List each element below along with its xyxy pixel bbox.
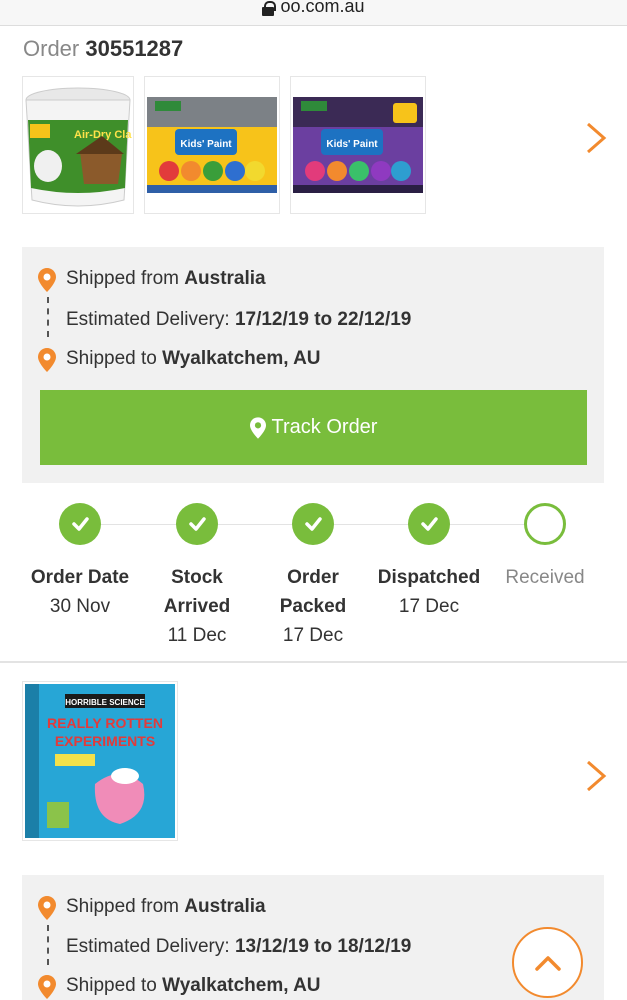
map-pin-icon (38, 975, 56, 999)
map-pin-icon (249, 416, 266, 439)
estimated-delivery-value: 17/12/19 to 22/12/19 (234, 309, 412, 330)
step-date: 30 Nov (49, 596, 111, 617)
order-label: Order (23, 36, 80, 61)
shipped-to: Shipped to Wyalkatchem, AU (66, 348, 321, 370)
step-date: 17 Dec (398, 596, 460, 617)
section-divider (0, 661, 627, 663)
estimated-delivery: Estimated Delivery: 17/12/19 to 22/12/19 (66, 309, 411, 331)
shipped-from: Shipped from Australia (66, 896, 266, 918)
step-label: Dispatched (371, 563, 487, 592)
track-order-button[interactable]: Track Order (40, 390, 587, 465)
shipped-from-label: Shipped from (66, 268, 185, 289)
horrible-science-art: HORRIBLE SCIENCE (65, 698, 145, 707)
step-label-line: Dispatched (377, 567, 481, 588)
clay-tub-image: Air-Dry Cla (25, 87, 132, 207)
progress-step-stock-arrived: Stock Arrived 11 Dec (139, 503, 255, 650)
shipped-to-value: Wyalkatchem, AU (162, 975, 321, 996)
url-display[interactable]: oo.com.au (262, 0, 365, 17)
step-label-line: Order Date (30, 567, 130, 588)
step-label-line: Order (287, 567, 339, 588)
estimated-delivery-label: Estimated Delivery: (66, 309, 235, 330)
progress-step-order-date: Order Date 30 Nov (22, 503, 138, 621)
step-label-line: Arrived (163, 596, 231, 617)
check-icon (421, 517, 438, 531)
step-label-line: Packed (279, 596, 347, 617)
chevron-right-icon[interactable] (582, 120, 610, 156)
product-thumb-glitter-paint[interactable]: Kids' Paint (290, 76, 426, 214)
glitter-box-art: Kids' Paint (326, 139, 378, 150)
really-rotten-art: REALLY ROTTEN (47, 715, 163, 731)
estimated-delivery-label: Estimated Delivery: (66, 936, 235, 957)
step-label-line: Received (505, 567, 585, 588)
shipped-to: Shipped to Wyalkatchem, AU (66, 975, 321, 997)
step-pending-indicator (524, 503, 566, 545)
product-thumbnails-1: Air-Dry Cla Kids' Paint Kids' Paint (22, 76, 426, 214)
progress-step-received: Received (487, 503, 603, 592)
step-label: Stock Arrived (139, 563, 255, 621)
map-pin-icon (38, 348, 56, 372)
route-divider (47, 925, 49, 965)
product-thumbnails-2: HORRIBLE SCIENCE REALLY ROTTEN EXPERIMEN… (22, 681, 178, 841)
estimated-delivery-value: 13/12/19 to 18/12/19 (234, 936, 412, 957)
step-complete-indicator (59, 503, 101, 545)
step-label-line: Stock (171, 567, 223, 588)
browser-url-bar[interactable]: oo.com.au (0, 0, 627, 26)
shipped-to-label: Shipped to (66, 975, 163, 996)
product-thumb-paint[interactable]: Kids' Paint (144, 76, 280, 214)
shipped-from-value: Australia (184, 268, 266, 289)
scroll-to-top-button[interactable] (512, 927, 583, 998)
step-label: Order Packed (255, 563, 371, 621)
progress-step-dispatched: Dispatched 17 Dec (371, 503, 487, 621)
url-text: oo.com.au (280, 0, 365, 16)
check-icon (305, 517, 322, 531)
glitter-paint-box-image: Kids' Paint (293, 97, 423, 193)
order-title: Order 30551287 (23, 36, 183, 62)
step-date: 17 Dec (282, 625, 344, 646)
check-icon (72, 517, 89, 531)
lock-icon (262, 1, 277, 16)
paint-box-art: Kids' Paint (180, 139, 232, 150)
chevron-right-icon[interactable] (582, 758, 610, 794)
shipped-from-label: Shipped from (66, 896, 185, 917)
order-number: 30551287 (85, 36, 184, 61)
track-order-label: Track Order (271, 416, 378, 438)
map-pin-icon (38, 896, 56, 920)
shipment-panel-1: Shipped from Australia Estimated Deliver… (22, 247, 604, 483)
product-thumb-horrible-science[interactable]: HORRIBLE SCIENCE REALLY ROTTEN EXPERIMEN… (22, 681, 178, 841)
shipped-from-value: Australia (184, 896, 266, 917)
check-icon (189, 517, 206, 531)
horrible-science-box-image: HORRIBLE SCIENCE REALLY ROTTEN EXPERIMEN… (25, 684, 175, 838)
step-label: Order Date (22, 563, 138, 592)
step-label: Received (487, 563, 603, 592)
experiments-art: EXPERIMENTS (55, 733, 155, 749)
estimated-delivery: Estimated Delivery: 13/12/19 to 18/12/19 (66, 936, 411, 958)
step-complete-indicator (176, 503, 218, 545)
step-date: 11 Dec (167, 625, 227, 646)
progress-step-order-packed: Order Packed 17 Dec (255, 503, 371, 650)
step-complete-indicator (292, 503, 334, 545)
product-thumb-clay[interactable]: Air-Dry Cla (22, 76, 134, 214)
shipped-from: Shipped from Australia (66, 268, 266, 290)
map-pin-icon (38, 268, 56, 292)
order-progress-tracker: Order Date 30 Nov Stock Arrived 11 Dec Or… (22, 503, 604, 653)
step-complete-indicator (408, 503, 450, 545)
route-divider (47, 297, 49, 337)
chevron-up-icon (534, 955, 561, 971)
shipped-to-value: Wyalkatchem, AU (162, 348, 321, 369)
shipped-to-label: Shipped to (66, 348, 163, 369)
paint-box-image: Kids' Paint (147, 97, 277, 193)
